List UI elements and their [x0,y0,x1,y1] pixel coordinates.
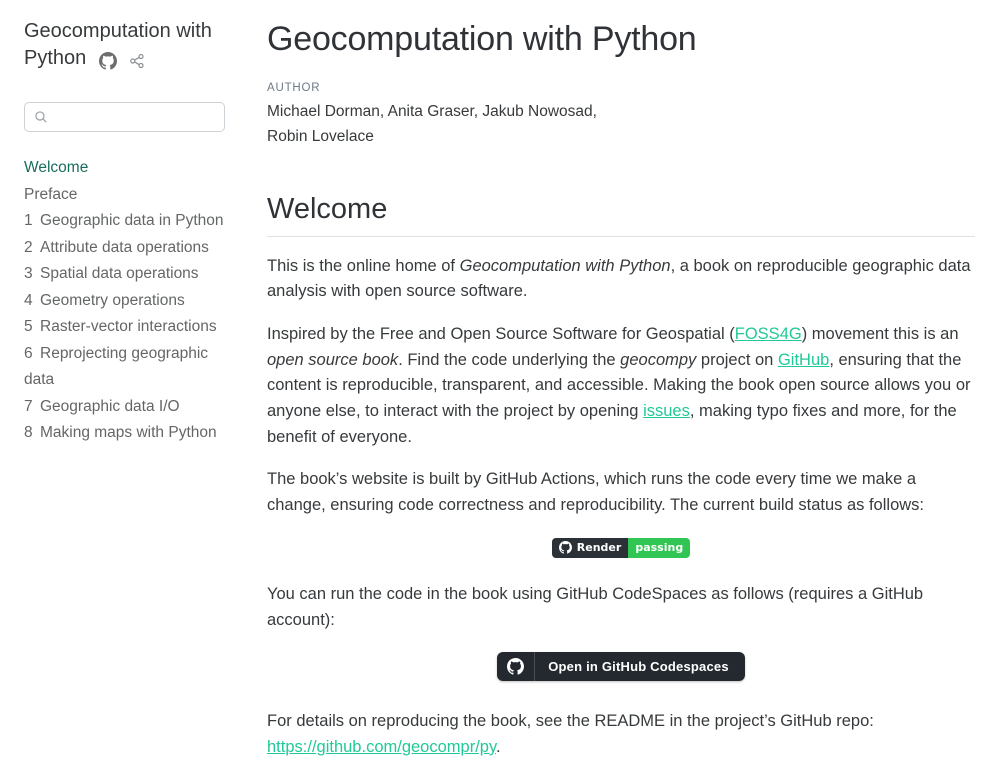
inline-link[interactable]: issues [643,402,690,420]
search-icon [34,108,48,126]
sidebar-item-label: Geographic data in Python [40,212,224,229]
paragraph-codespaces: You can run the code in the book using G… [267,582,975,633]
chapter-number: 3 [24,261,40,288]
sidebar-item-attribute-data-operations[interactable]: 2Attribute data operations [24,235,225,262]
codespaces-button-block: Open in GitHub Codespaces [267,652,975,681]
paragraph-open-source: Inspired by the Free and Open Source Sof… [267,322,975,451]
paragraph-readme: For details on reproducing the book, see… [267,709,975,760]
search-box[interactable] [24,102,225,132]
sidebar-item-spatial-data-operations[interactable]: 3Spatial data operations [24,261,225,288]
sidebar-item-label: Spatial data operations [40,265,199,282]
sidebar-item-label: Raster-vector interactions [40,318,217,335]
inline-link[interactable]: https://github.com/geocompr/py [267,738,496,756]
page-title: Geocomputation with Python [267,18,975,61]
sidebar-item-label: Reprojecting geographic data [24,345,208,389]
search-input[interactable] [55,108,215,126]
sidebar-item-making-maps-with-python[interactable]: 8Making maps with Python [24,420,225,447]
badge-status: passing [628,538,690,558]
italic-text: geocompy [620,351,696,369]
sidebar-item-label: Geographic data I/O [40,398,180,415]
badge-left: Render [552,538,629,558]
badge-workflow-name: Render [577,538,622,558]
author-label: AUTHOR [267,82,975,94]
sidebar-item-geographic-data-in-python[interactable]: 1Geographic data in Python [24,208,225,235]
build-status-badge[interactable]: Render passing [552,538,690,558]
authors-line: Robin Lovelace [267,124,975,149]
sidebar-item-preface[interactable]: Preface [24,182,225,209]
sidebar-item-label: Welcome [24,159,88,176]
book-title-link[interactable]: Geocomputation with Python [24,20,212,69]
chapter-number: 5 [24,314,40,341]
sidebar-item-geographic-data-i-o[interactable]: 7Geographic data I/O [24,394,225,421]
build-badge-block: Render passing [267,538,975,558]
chapter-number: 6 [24,341,40,368]
sidebar-item-label: Attribute data operations [40,239,209,256]
share-button[interactable] [129,47,145,74]
inline-link[interactable]: GitHub [778,351,829,369]
chapter-number: 8 [24,420,40,447]
italic-text: open source book [267,351,398,369]
sidebar-title-block: Geocomputation with Python [24,18,225,74]
paragraph-intro: This is the online home of Geocomputatio… [267,254,975,305]
paragraph-build-status: The book’s website is built by GitHub Ac… [267,467,975,518]
chapter-number: 7 [24,394,40,421]
chapter-number: 2 [24,235,40,262]
codespaces-button-label: Open in GitHub Codespaces [548,659,729,674]
main-content: Geocomputation with Python AUTHOR Michae… [267,0,1000,778]
share-icon [129,49,145,71]
open-codespaces-button[interactable]: Open in GitHub Codespaces [497,652,745,681]
sidebar-item-raster-vector-interactions[interactable]: 5Raster-vector interactions [24,314,225,341]
sidebar-item-label: Preface [24,186,77,203]
section-heading: Welcome [267,193,975,237]
sidebar: Geocomputation with Python Welcome Prefac… [0,0,267,778]
sidebar-item-welcome[interactable]: Welcome [24,155,225,182]
inline-link[interactable]: FOSS4G [735,325,802,343]
sidebar-item-label: Making maps with Python [40,424,217,441]
sidebar-item-reprojecting-geographic-data[interactable]: 6Reprojecting geographic data [24,341,225,394]
github-repo-link[interactable] [99,47,117,74]
page: Geocomputation with Python Welcome Prefac… [0,0,1000,778]
authors-line: Michael Dorman, Anita Graser, Jakub Nowo… [267,99,975,124]
chapter-number: 4 [24,288,40,315]
chapter-number: 1 [24,208,40,235]
italic-text: Geocomputation with Python [460,257,671,275]
sidebar-item-label: Geometry operations [40,292,185,309]
authors: Michael Dorman, Anita Graser, Jakub Nowo… [267,99,975,149]
sidebar-nav: Welcome Preface 1Geographic data in Python… [24,155,225,447]
github-icon [497,652,535,681]
github-icon [99,49,117,71]
github-icon [559,538,572,558]
sidebar-item-geometry-operations[interactable]: 4Geometry operations [24,288,225,315]
